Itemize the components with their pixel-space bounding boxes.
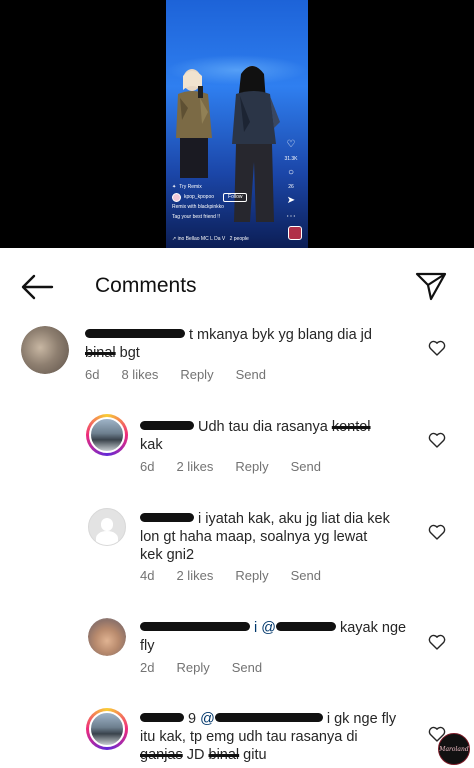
try-remix-label: Try Remix [179,184,202,190]
reply-text: 9 @ i gk nge fly itu kak, tp emg udh tau … [140,710,425,764]
reply-time: 6d [140,459,155,474]
follow-button[interactable]: Follow [223,193,248,202]
comment-text: t mkanya byk yg blang dia jd binal bgt [85,326,415,362]
video-more-icon[interactable]: ⋯ [286,212,296,222]
reply-time: 4d [140,568,155,583]
comment-meta: 6d 8 likes Reply Send [85,367,288,383]
reply-body: i gk nge fly [326,711,397,727]
reply-username-tail[interactable]: 9 [188,711,196,727]
avatar-image [89,417,125,453]
redacted-username [140,621,250,631]
send-button[interactable]: Send [232,660,262,676]
reply-button[interactable]: Reply [176,660,209,676]
redacted-mention [214,712,323,722]
like-heart-icon[interactable] [428,340,446,356]
comment-time: 6d [85,367,100,382]
like-heart-icon[interactable] [428,432,446,448]
video-comment-count: 26 [288,184,294,190]
comments-header [0,248,474,324]
comment-body: t mkanya byk yg blang dia jd [189,327,372,343]
reply-likes[interactable]: 2 likes [176,459,213,475]
page-title: Comments [95,274,197,297]
like-heart-icon[interactable] [428,524,446,540]
comment-likes[interactable]: 8 likes [121,367,158,383]
struck-word: binal [208,747,240,763]
avatar-image [21,326,69,374]
music-label: ↗ ino Bellao MC L Da V [172,236,226,242]
redacted-username [140,420,194,430]
default-avatar-head [100,517,114,531]
redacted-username [140,512,194,522]
avatar-image [89,711,125,747]
reply-avatar-default[interactable] [88,508,126,546]
comment-body-line2: bgt [115,345,140,361]
audio-thumbnail[interactable] [288,226,302,240]
reply-body-line2: lon gt haha maap, soalnya yg lewat [140,529,368,545]
paper-plane-icon[interactable] [414,270,448,302]
reply-meta: 4d 2 likes Reply Send [140,568,343,584]
video-share-icon[interactable]: ➤ [287,196,295,206]
reply-button[interactable]: Reply [180,367,213,383]
comments-screen: ♡ 31.3K ○ 26 ➤ ⋯ ✦ Try Remix kpop_kpopoo… [0,0,474,768]
default-avatar-body [95,531,119,545]
send-button[interactable]: Send [291,459,321,475]
like-heart-icon[interactable] [428,634,446,650]
video-like-count: 31.3K [284,156,298,162]
commenter-avatar[interactable] [21,326,69,374]
video-caption: Tag your best friend !! [172,214,221,220]
video-background: ♡ 31.3K ○ 26 ➤ ⋯ ✦ Try Remix kpop_kpopoo… [0,0,474,248]
avatar-image [88,618,126,656]
reply-mention-prefix[interactable]: @ [200,711,215,727]
reply-meta: 2d Reply Send [140,660,284,676]
redacted-username [140,712,184,722]
reply-body-line3: JD [182,747,209,763]
video-like-icon[interactable]: ♡ [287,140,296,150]
video-comment-icon[interactable]: ○ [288,168,294,178]
reply-text: i iyatah kak, aku jg liat dia kek lon gt… [140,510,425,564]
reply-text: i @ kayak nge fly [140,619,425,655]
reply-body: Udh tau dia rasanya [198,419,328,435]
reply-body-line2: itu kak, tp emg udh tau rasanya di [140,729,358,745]
remix-icon: ✦ [172,184,177,190]
send-button[interactable]: Send [236,367,266,383]
reply-button[interactable]: Reply [235,459,268,475]
reply-likes[interactable]: 2 likes [176,568,213,584]
redacted-username [85,328,185,338]
reply-avatar[interactable] [86,414,128,456]
redacted-mention [275,621,336,631]
reply-text: Udh tau dia rasanya kontol kak [140,418,425,454]
video-action-column: ♡ 31.3K ○ 26 ➤ ⋯ [282,140,300,222]
struck-word: binal [85,345,116,361]
reply-avatar[interactable] [88,618,126,656]
struck-word: ganjas [140,747,183,763]
reply-button[interactable]: Reply [235,568,268,584]
video-caption-overlay: ✦ Try Remix kpop_kpopoo Follow Remix wit… [172,184,282,221]
video-author-username[interactable]: kpop_kpopoo [184,194,214,201]
reply-body-line3: kek gni2 [140,547,195,563]
reply-time: 2d [140,660,155,675]
reply-body-line2: fly [140,638,155,654]
reply-avatar[interactable] [86,708,128,750]
watermark-sticker: Maroland [438,733,470,765]
try-remix-row[interactable]: ✦ Try Remix [172,184,282,191]
reply-body-line3-end: gitu [239,747,267,763]
people-tag[interactable]: 2 people [230,236,249,242]
reply-meta: 6d 2 likes Reply Send [140,459,343,475]
performer-left-image [176,69,212,178]
reel-video[interactable]: ♡ 31.3K ○ 26 ➤ ⋯ ✦ Try Remix kpop_kpopoo… [166,0,308,248]
video-author-avatar[interactable] [172,193,181,202]
struck-word: kontol [331,419,371,435]
reply-body: kayak nge [339,620,407,636]
video-music-row[interactable]: ↗ ino Bellao MC L Da V 2 people [172,236,249,243]
back-arrow-icon[interactable] [20,274,54,300]
remix-line: Remix with blackpinkko [172,204,224,210]
video-author-row: kpop_kpopoo Follow [172,193,282,202]
reply-mention-prefix[interactable]: i @ [254,620,276,636]
reply-body-line2: kak [140,437,163,453]
reply-body: i iyatah kak, aku jg liat dia kek [198,511,390,527]
send-button[interactable]: Send [291,568,321,584]
